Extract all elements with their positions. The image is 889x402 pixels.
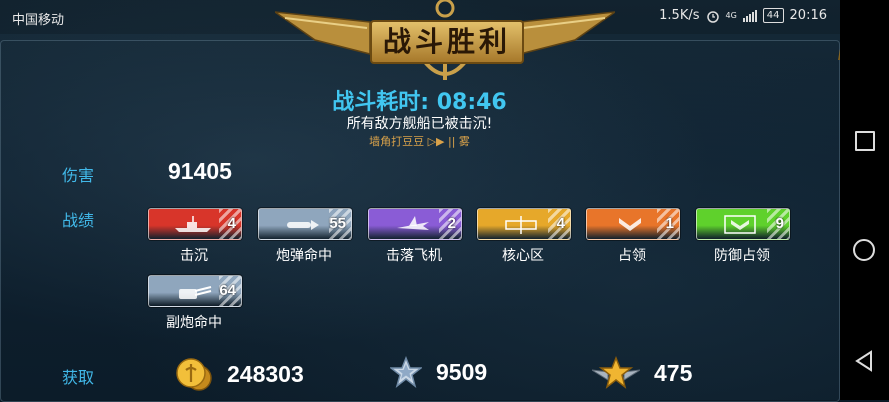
achievement-badge: 4 (148, 208, 242, 240)
battle-result-message: 所有敌方舰船已被击沉! (346, 116, 493, 132)
net-speed: 1.5K/s (659, 8, 700, 23)
achievement-badge: 9 (696, 208, 790, 240)
ship-icon (175, 216, 211, 232)
achievement-count: 4 (227, 215, 236, 232)
achievement-label: 炮弹命中 (276, 248, 332, 264)
rewards-label: 获取 (62, 368, 95, 387)
gold-winged-star-icon (592, 356, 640, 389)
alarm-icon (706, 10, 719, 23)
achievement-label: 击沉 (180, 248, 208, 264)
gold-coin-icon (176, 358, 212, 391)
achievement-count: 1 (665, 215, 674, 232)
back-button[interactable] (854, 350, 874, 372)
damage-label: 伤害 (62, 166, 95, 185)
achievement-label: 副炮命中 (166, 315, 222, 331)
achievement-label: 防御占领 (714, 248, 770, 264)
achievement-label: 核心区 (502, 248, 544, 264)
victory-title: 战斗胜利 (370, 20, 524, 64)
recent-apps-button[interactable] (855, 131, 875, 151)
achievement-badge: 55 (258, 208, 352, 240)
damage-value: 91405 (168, 158, 232, 184)
secondary-gun-icon (179, 286, 212, 299)
reward-coins: 248303 (175, 356, 304, 392)
achievement-count: 9 (775, 215, 784, 232)
coins-value: 248303 (227, 360, 304, 387)
reward-experience: 9509 (390, 356, 487, 388)
status-indicators: 1.5K/s 4G 44 20:16 (659, 8, 827, 23)
capture-icon (619, 218, 641, 231)
achievement-label: 击落飞机 (386, 248, 442, 264)
plane-icon (397, 216, 429, 230)
silver-star-icon (390, 356, 422, 388)
achievement-count: 2 (447, 215, 456, 232)
battle-info-line: 墙角打豆豆 ▷▶ || 雾 (369, 135, 470, 148)
reward-captain-exp: 475 (592, 356, 692, 390)
victory-banner: 战斗胜利 (275, 0, 615, 82)
achievement-count: 55 (329, 215, 346, 232)
achievement-count: 4 (556, 215, 565, 232)
captain-exp-value: 475 (654, 359, 693, 386)
network-type: 4G (725, 11, 737, 20)
achievement-badge: 4 (477, 208, 571, 240)
achievement-count: 64 (219, 282, 236, 299)
carrier-name: 中国移动 (12, 13, 65, 28)
defend-icon (724, 215, 756, 234)
core-icon (505, 216, 537, 234)
achievement-badge: 64 (148, 275, 242, 307)
battery-indicator: 44 (762, 8, 784, 23)
android-nav-bar (840, 0, 889, 400)
clock: 20:16 (789, 8, 827, 23)
home-button[interactable] (853, 239, 875, 261)
battle-duration: 战斗耗时: 08:46 (332, 90, 507, 115)
experience-value: 9509 (436, 358, 488, 385)
achievement-badge: 1 (586, 208, 680, 240)
shell-icon (287, 220, 319, 230)
achievements-label: 战绩 (62, 211, 95, 230)
achievement-label: 占领 (618, 248, 646, 264)
achievement-badge: 2 (368, 208, 462, 240)
signal-icon (742, 9, 757, 22)
